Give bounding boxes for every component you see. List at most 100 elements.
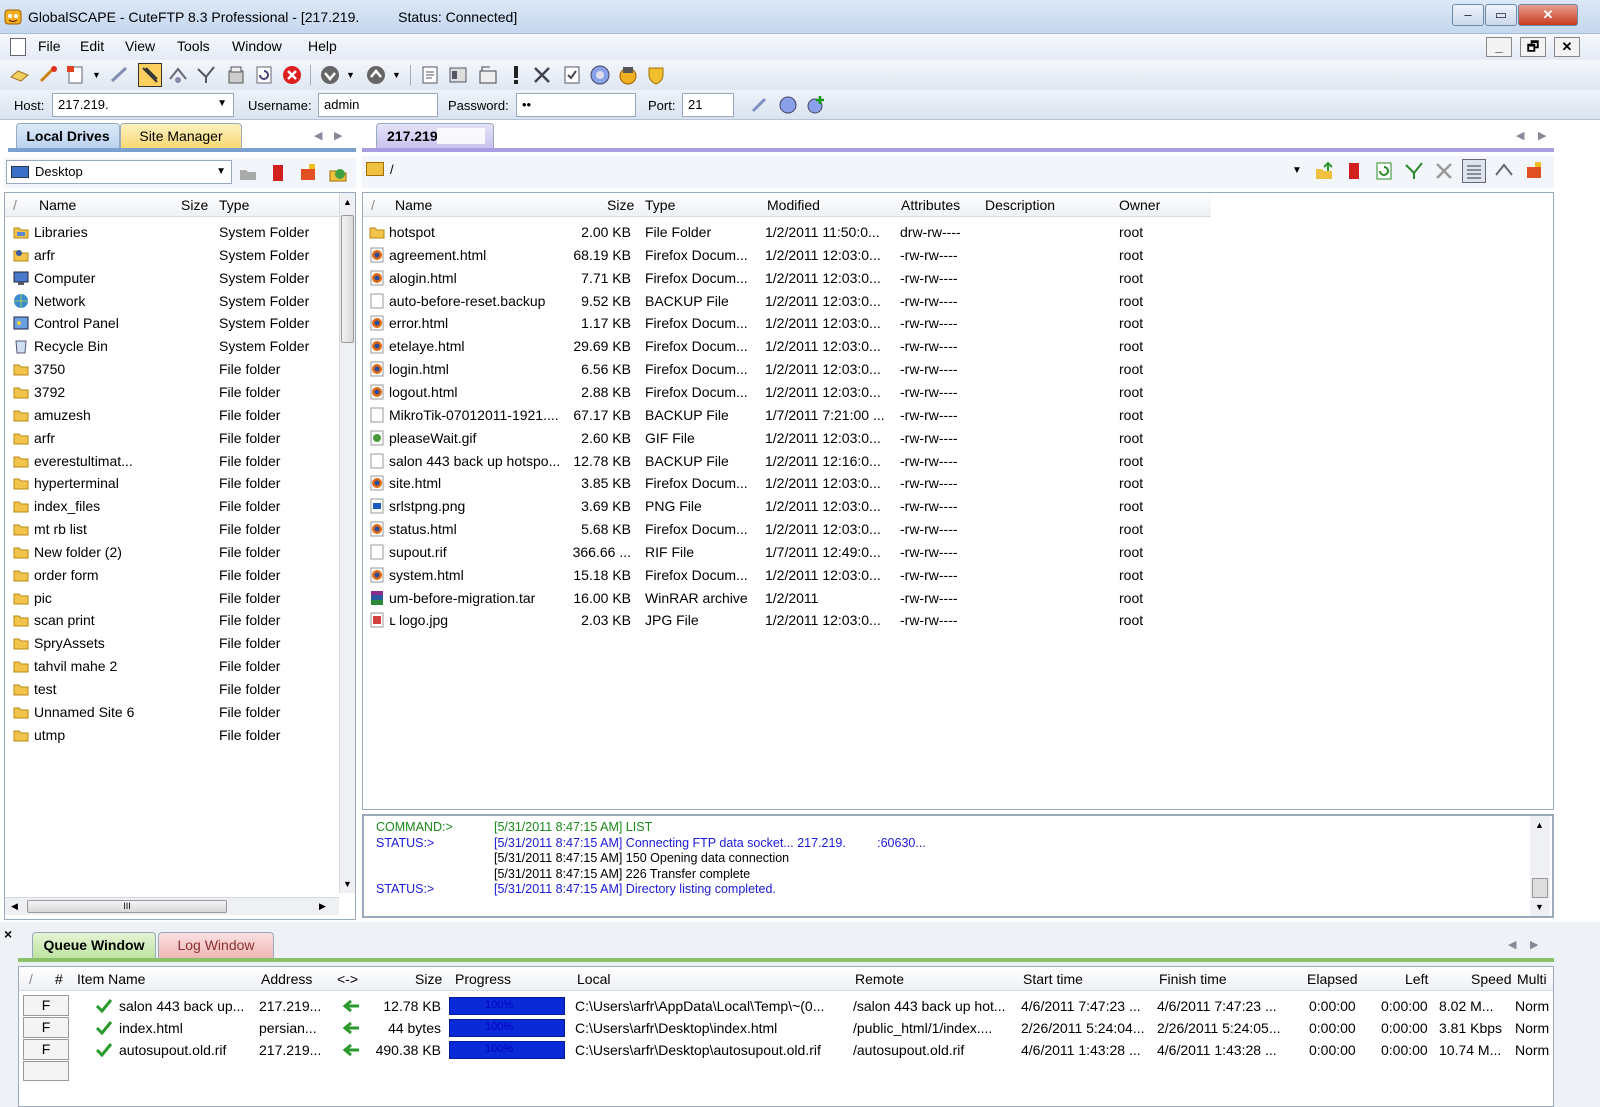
reconnect-icon[interactable] — [166, 63, 190, 87]
menu-edit[interactable]: Edit — [80, 38, 104, 54]
list-item[interactable]: amuzesh File folder — [5, 404, 339, 427]
alert-icon[interactable] — [504, 63, 528, 87]
scroll-down-icon[interactable]: ▼ — [343, 879, 352, 889]
queue-row[interactable]: Fsalon 443 back up... 217.219... 12.78 KB 1… — [19, 995, 1553, 1018]
menu-tools[interactable]: Tools — [177, 38, 210, 54]
table-row[interactable]: site.html 3.85 KB Firefox Docum... 1/2/2011… — [363, 472, 1553, 495]
username-input[interactable]: admin — [318, 93, 438, 117]
list-item[interactable]: order form File folder — [5, 564, 339, 587]
table-row[interactable]: um-before-migration.tar 16.00 KB WinRAR ar… — [363, 587, 1553, 610]
cancel-icon[interactable] — [280, 63, 304, 87]
bookmark-icon[interactable] — [266, 161, 290, 185]
mdi-close-button[interactable]: ✕ — [1554, 37, 1580, 57]
menu-window[interactable]: Window — [232, 38, 282, 54]
col-type-header[interactable]: Type — [645, 197, 675, 213]
menu-file[interactable]: File — [38, 38, 61, 54]
location-dropdown-icon[interactable]: ▼ — [216, 166, 226, 177]
refresh-local-icon[interactable] — [326, 161, 350, 185]
host-input[interactable]: 217.219. ▼ — [52, 93, 234, 117]
table-row[interactable]: hotspot 2.00 KB File Folder 1/2/2011 11:50:… — [363, 221, 1553, 244]
execute-icon[interactable] — [476, 63, 500, 87]
add-site-icon[interactable] — [804, 93, 828, 117]
queue-row[interactable]: Findex.html persian... 44 bytes 100% C:\User… — [19, 1017, 1553, 1040]
maximize-button[interactable]: ▭ — [1485, 4, 1517, 26]
table-row[interactable]: login.html 6.56 KB Firefox Docum... 1/2/201… — [363, 358, 1553, 381]
col-size-header[interactable]: Size — [415, 971, 442, 987]
col-size-header[interactable]: Size — [181, 197, 208, 213]
list-item[interactable]: Computer System Folder — [5, 267, 339, 290]
view-icon[interactable] — [446, 63, 470, 87]
table-row[interactable]: logout.html 2.88 KB Firefox Docum... 1/2/20… — [363, 381, 1553, 404]
queue-tab-scroll-right-icon[interactable]: ▶ — [1530, 938, 1538, 951]
tab-local-drives[interactable]: Local Drives — [16, 123, 120, 149]
refresh-icon[interactable] — [252, 63, 276, 87]
table-row[interactable]: etelaye.html 29.69 KB Firefox Docum... 1/2/… — [363, 335, 1553, 358]
list-item[interactable]: utmp File folder — [5, 724, 339, 747]
tab-log-window[interactable]: Log Window — [158, 932, 274, 958]
disconnect-icon[interactable] — [108, 63, 132, 87]
mdi-minimize-button[interactable]: _ — [1486, 37, 1512, 57]
remote-bookmark-icon[interactable] — [1342, 159, 1366, 183]
remote-filter-icon[interactable] — [1402, 159, 1426, 183]
table-row[interactable]: pleaseWait.gif 2.60 KB GIF File 1/2/2011 12… — [363, 427, 1553, 450]
queue-tab-scroll-left-icon[interactable]: ◀ — [1508, 938, 1516, 951]
close-pane-icon[interactable]: × — [4, 926, 12, 942]
remote-new-folder-icon[interactable] — [1522, 159, 1546, 183]
log-scrollbar[interactable]: ▲ ▼ — [1530, 816, 1550, 916]
table-row[interactable]: ւ logo.jpg 2.03 KB JPG File 1/2/2011 12:03:… — [363, 609, 1553, 632]
col-name-header[interactable]: Name — [395, 197, 432, 213]
local-horizontal-scrollbar[interactable]: ◀ III ▶ — [5, 897, 339, 915]
scroll-up-icon[interactable]: ▲ — [343, 197, 352, 207]
table-row[interactable]: supout.rif 366.66 ... RIF File 1/7/2011 12:… — [363, 541, 1553, 564]
list-item[interactable]: New folder (2) File folder — [5, 541, 339, 564]
mdi-restore-button[interactable]: 🗗 — [1520, 37, 1546, 57]
col-remote-header[interactable]: Remote — [855, 971, 904, 987]
col-address-header[interactable]: Address — [261, 971, 312, 987]
col-number-header[interactable]: # — [55, 971, 63, 987]
table-row[interactable]: salon 443 back up hotspo... 12.78 KB BACKU… — [363, 450, 1553, 473]
list-item[interactable]: tahvil mahe 2 File folder — [5, 655, 339, 678]
queue-row[interactable]: Fautosupout.old.rif 217.219... 490.38 KB 10… — [19, 1039, 1553, 1062]
menu-help[interactable]: Help — [308, 38, 337, 54]
col-type-header[interactable]: Type — [219, 197, 249, 213]
delete-icon[interactable] — [530, 63, 554, 87]
table-row[interactable]: srlstpng.png 3.69 KB PNG File 1/2/2011 12:0… — [363, 495, 1553, 518]
col-modified-header[interactable]: Modified — [767, 197, 820, 213]
stop-transfer-icon[interactable] — [194, 63, 218, 87]
list-item[interactable]: scan print File folder — [5, 609, 339, 632]
upload-icon[interactable] — [364, 63, 388, 87]
col-description-header[interactable]: Description — [985, 197, 1055, 213]
list-item[interactable]: mt rb list File folder — [5, 518, 339, 541]
table-row[interactable]: agreement.html 68.19 KB Firefox Docum... 1/… — [363, 244, 1553, 267]
remote-up-folder-icon[interactable] — [1312, 159, 1336, 183]
table-row[interactable]: error.html 1.17 KB Firefox Docum... 1/2/201… — [363, 312, 1553, 335]
col-item-name-header[interactable]: Item Name — [77, 971, 145, 987]
upload-dropdown-icon[interactable]: ▼ — [392, 70, 401, 80]
properties-icon[interactable] — [560, 63, 584, 87]
col-left-header[interactable]: Left — [1405, 971, 1428, 987]
new-folder-icon[interactable] — [296, 161, 320, 185]
globe-icon[interactable] — [588, 63, 612, 87]
log-scroll-up-icon[interactable]: ▲ — [1535, 820, 1544, 830]
port-input[interactable]: 21 — [682, 93, 734, 117]
table-row[interactable]: status.html 5.68 KB Firefox Docum... 1/2/20… — [363, 518, 1553, 541]
globe-connect-icon[interactable] — [776, 93, 800, 117]
download-icon[interactable] — [318, 63, 342, 87]
list-item[interactable]: Network System Folder — [5, 290, 339, 313]
download-dropdown-icon[interactable]: ▼ — [346, 70, 355, 80]
col-owner-header[interactable]: Owner — [1119, 197, 1160, 213]
scroll-thumb[interactable] — [341, 215, 354, 343]
schedule-icon[interactable] — [616, 63, 640, 87]
table-row[interactable]: MikroTik-07012011-1921.... 67.17 KB BACKUP… — [363, 404, 1553, 427]
table-row[interactable]: alogin.html 7.71 KB Firefox Docum... 1/2/20… — [363, 267, 1553, 290]
tab-remote-site[interactable]: 217.219 — [376, 123, 494, 149]
remote-tab-scroll-left-icon[interactable]: ◀ — [1516, 129, 1524, 142]
security-shield-icon[interactable] — [644, 63, 668, 87]
list-item[interactable]: test File folder — [5, 678, 339, 701]
list-item[interactable]: Unnamed Site 6 File folder — [5, 701, 339, 724]
local-vertical-scrollbar[interactable]: ▲ ▼ — [339, 193, 355, 893]
up-folder-icon[interactable] — [236, 161, 260, 185]
col-direction-header[interactable]: <-> — [337, 971, 358, 987]
col-finish-time-header[interactable]: Finish time — [1159, 971, 1227, 987]
remote-tab-scroll-right-icon[interactable]: ▶ — [1538, 129, 1546, 142]
